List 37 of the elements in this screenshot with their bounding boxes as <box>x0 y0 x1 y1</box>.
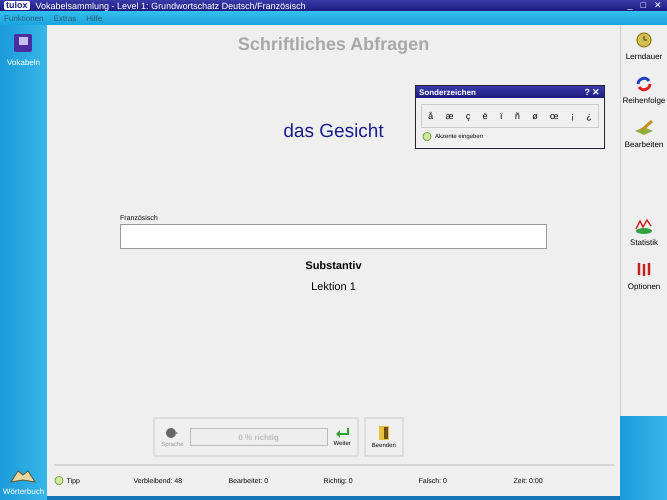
char-button[interactable]: ë <box>480 111 490 121</box>
window-title: Vokabelsammlung - Level 1: Grundwortschatz Deutsch/Französisch <box>36 0 307 10</box>
tools-icon <box>635 261 653 279</box>
return-arrow-icon <box>335 427 350 439</box>
sidebar-button[interactable]: Lerndauer <box>626 31 662 61</box>
char-button[interactable]: ç <box>464 111 472 121</box>
close-button[interactable]: ✕ <box>653 1 663 10</box>
sidebar-button[interactable]: Optionen <box>628 261 660 291</box>
query-word: das Gesicht <box>283 121 384 143</box>
sidebar-button[interactable]: Statistik <box>630 217 658 247</box>
cycle-arrows-icon <box>634 75 653 93</box>
char-button[interactable]: æ <box>444 111 456 121</box>
char-button[interactable]: ñ <box>512 111 522 121</box>
speaker-icon <box>165 426 180 440</box>
close-button[interactable]: ✕ <box>591 87 601 97</box>
dialog-title: Sonderzeichen <box>419 88 477 96</box>
char-button[interactable]: ¡ <box>568 111 576 121</box>
char-button[interactable]: œ <box>548 111 561 121</box>
help-button[interactable]: ? <box>584 87 591 97</box>
maximize-button[interactable]: □ <box>640 1 647 10</box>
char-button[interactable]: å <box>426 111 436 121</box>
char-button[interactable]: ¿ <box>584 111 594 121</box>
char-button[interactable]: ï <box>498 111 505 121</box>
answer-field[interactable] <box>120 224 547 249</box>
lesson-label: Lektion 1 <box>311 281 356 293</box>
minimize-button[interactable]: _ <box>626 1 634 10</box>
pen-paper-icon <box>634 119 654 137</box>
door-icon <box>378 425 390 441</box>
sidebar-button[interactable]: Bearbeiten <box>624 119 664 149</box>
char-button[interactable]: ø <box>530 111 540 121</box>
word-type: Substantiv <box>305 260 362 272</box>
sidebar-button[interactable]: Reihenfolge <box>622 75 666 105</box>
app-logo: tulox <box>4 1 30 10</box>
clock-icon <box>634 31 653 49</box>
chart-icon <box>634 217 654 235</box>
open-book-icon <box>10 468 36 484</box>
page-heading: Schriftliches Abfragen <box>238 34 430 55</box>
